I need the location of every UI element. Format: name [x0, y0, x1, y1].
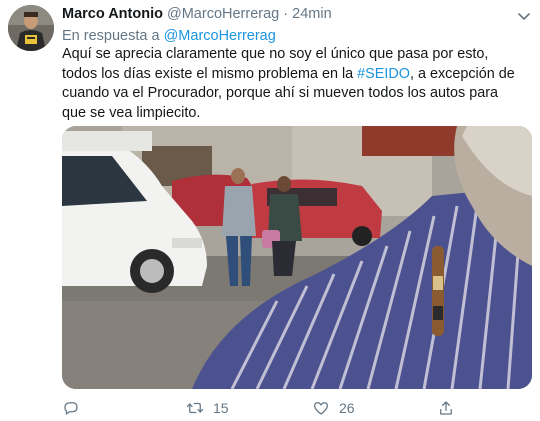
avatar[interactable]	[8, 5, 54, 51]
hashtag-link[interactable]: #SEIDO	[357, 66, 410, 82]
retweet-count: 15	[213, 400, 229, 416]
timestamp[interactable]: 24min	[292, 6, 332, 22]
tweet-actions: 15 26	[62, 398, 532, 418]
reply-button[interactable]	[62, 398, 80, 418]
tweet-text-segment: , a excepción de	[409, 65, 515, 82]
chevron-down-icon[interactable]	[516, 8, 532, 24]
tweet-text-line: que se vea limpiecito.	[62, 104, 201, 121]
tweet-media-video[interactable]	[62, 126, 532, 389]
reply-icon	[64, 402, 78, 415]
separator-dot: ·	[283, 6, 289, 22]
retweet-button[interactable]: 15	[186, 398, 229, 418]
tweet-header: Marco Antonio @MarcoHerrerag · 24min	[62, 6, 332, 26]
tweet-text-segment: todos los días existe el mismo problema …	[62, 65, 358, 82]
reply-context: En respuesta a @MarcoHerrerag	[62, 28, 276, 44]
tweet-text-line: cuando va el Procurador, porque ahí si m…	[62, 85, 498, 101]
heart-icon	[313, 402, 329, 415]
like-count: 26	[339, 400, 355, 416]
share-icon	[440, 401, 452, 415]
reply-handle-link[interactable]: @MarcoHerrerag	[164, 28, 276, 44]
user-handle[interactable]: @MarcoHerrerag	[167, 6, 279, 22]
retweet-icon	[186, 402, 204, 414]
tweet-text-line: Aquí se aprecia claramente que no soy el…	[62, 46, 489, 62]
tweet-text: Aquí se aprecia claramente que no soy el…	[62, 45, 532, 123]
share-button[interactable]	[437, 398, 455, 418]
like-button[interactable]: 26	[312, 398, 355, 418]
display-name[interactable]: Marco Antonio	[62, 6, 163, 22]
tweet-text-line: todos los días existe el mismo problema …	[62, 65, 532, 85]
reply-prefix: En respuesta a	[62, 28, 160, 44]
tweet[interactable]: Marco Antonio @MarcoHerrerag · 24min En …	[0, 0, 540, 421]
